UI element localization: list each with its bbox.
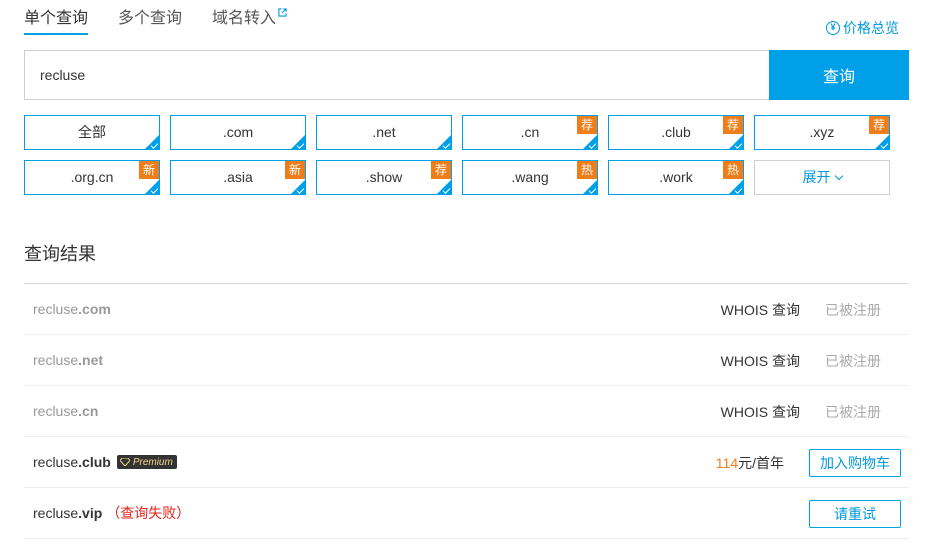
suffix-chip-wang[interactable]: .wang 热 (462, 160, 598, 195)
domain-suffix: .cn (78, 403, 99, 419)
whois-link[interactable]: WHOIS 查询 (721, 300, 800, 320)
domain-suffix: .com (78, 301, 111, 317)
status-registered: 已被注册 (825, 301, 881, 318)
suffix-label: .wang (511, 169, 549, 185)
whois-link[interactable]: WHOIS 查询 (721, 351, 800, 371)
results-title: 查询结果 (24, 244, 96, 264)
suffix-label: .show (365, 169, 403, 185)
chevron-down-icon (834, 171, 843, 181)
yen-circle-icon: ¥ (826, 21, 840, 35)
domain-suffix: .net (78, 352, 104, 368)
tab-label: 单个查询 (24, 10, 89, 27)
recommend-badge: 荐 (723, 116, 743, 134)
price-overview-link[interactable]: ¥ 价格总览 (826, 18, 899, 38)
domain-label: recluse (33, 403, 79, 419)
hot-badge: 热 (577, 161, 597, 179)
recommend-badge: 荐 (577, 116, 597, 134)
query-failed-text: （查询失败） (106, 505, 191, 521)
suffix-label: .club (661, 124, 691, 140)
result-row: recluse.cn WHOIS 查询 已被注册 (24, 386, 909, 437)
suffix-chip-all[interactable]: 全部 (24, 115, 160, 150)
suffix-chip-work[interactable]: .work 热 (608, 160, 744, 195)
suffix-label: .work (659, 169, 693, 185)
domain-search-input[interactable] (24, 50, 769, 100)
premium-badge: Premium (116, 455, 177, 469)
domain-suffix: .vip (78, 505, 103, 521)
domain-name: recluse.cn (33, 403, 98, 419)
domain-label: recluse (33, 301, 79, 317)
query-tabs: 单个查询 多个查询 域名转入 (24, 8, 317, 36)
suffix-label: .org.cn (70, 169, 114, 185)
result-row: recluse.vip （查询失败） 请重试 (24, 488, 909, 539)
tab-label: 多个查询 (118, 10, 183, 27)
suffix-chip-club[interactable]: .club 荐 (608, 115, 744, 150)
whois-link[interactable]: WHOIS 查询 (721, 402, 800, 422)
premium-label: Premium (132, 456, 173, 468)
result-row: recluse.net WHOIS 查询 已被注册 (24, 335, 909, 386)
suffix-label: 全部 (78, 124, 106, 140)
result-row: recluse.club Premium 114元/首年 加入购物车 (24, 437, 909, 488)
status-registered: 已被注册 (825, 403, 881, 420)
suffix-chip-com[interactable]: .com (170, 115, 306, 150)
results-list: recluse.com WHOIS 查询 已被注册 recluse.net WH… (24, 283, 909, 539)
price-overview-label: 价格总览 (843, 20, 899, 36)
suffix-chip-cn[interactable]: .cn 荐 (462, 115, 598, 150)
suffix-label: .asia (223, 169, 253, 185)
price-amount: 114 (715, 454, 739, 471)
domain-name: recluse.com (33, 301, 111, 317)
suffix-label: .com (222, 124, 254, 140)
domain-suffix: .club (78, 454, 111, 470)
domain-name: recluse.club (33, 454, 111, 470)
result-row: recluse.com WHOIS 查询 已被注册 (24, 284, 909, 335)
external-link-icon (278, 8, 287, 17)
price: 114元/首年 (716, 453, 784, 473)
search-bar: 查询 (24, 50, 909, 100)
expand-label: 展开 (802, 169, 831, 185)
suffix-chip-net[interactable]: .net (316, 115, 452, 150)
suffix-label: .net (372, 124, 396, 140)
diamond-icon (119, 458, 130, 466)
domain-label: recluse (33, 454, 79, 470)
suffix-chip-xyz[interactable]: .xyz 荐 (754, 115, 890, 150)
expand-button[interactable]: 展开 (754, 160, 890, 195)
add-to-cart-button[interactable]: 加入购物车 (809, 448, 901, 477)
suffix-chip-asia[interactable]: .asia 新 (170, 160, 306, 195)
domain-name: recluse.vip (33, 505, 102, 521)
tab-single-query[interactable]: 单个查询 (24, 8, 89, 35)
suffix-chip-show[interactable]: .show 荐 (316, 160, 452, 195)
tab-label: 域名转入 (212, 10, 277, 27)
domain-name: recluse.net (33, 352, 103, 368)
suffix-label: .cn (520, 124, 540, 140)
domain-label: recluse (33, 352, 79, 368)
domain-label: recluse (33, 505, 79, 521)
new-badge: 新 (285, 161, 305, 179)
recommend-badge: 荐 (431, 161, 451, 179)
new-badge: 新 (139, 161, 159, 179)
hot-badge: 热 (723, 161, 743, 179)
status-registered: 已被注册 (825, 352, 881, 369)
retry-button[interactable]: 请重试 (809, 499, 901, 528)
suffix-label: .xyz (809, 124, 835, 140)
recommend-badge: 荐 (869, 116, 889, 134)
price-unit: 元/首年 (738, 454, 784, 471)
search-button[interactable]: 查询 (769, 50, 909, 100)
tab-multi-query[interactable]: 多个查询 (118, 8, 182, 35)
tab-domain-transfer[interactable]: 域名转入 (212, 8, 287, 35)
suffix-chip-org-cn[interactable]: .org.cn 新 (24, 160, 160, 195)
